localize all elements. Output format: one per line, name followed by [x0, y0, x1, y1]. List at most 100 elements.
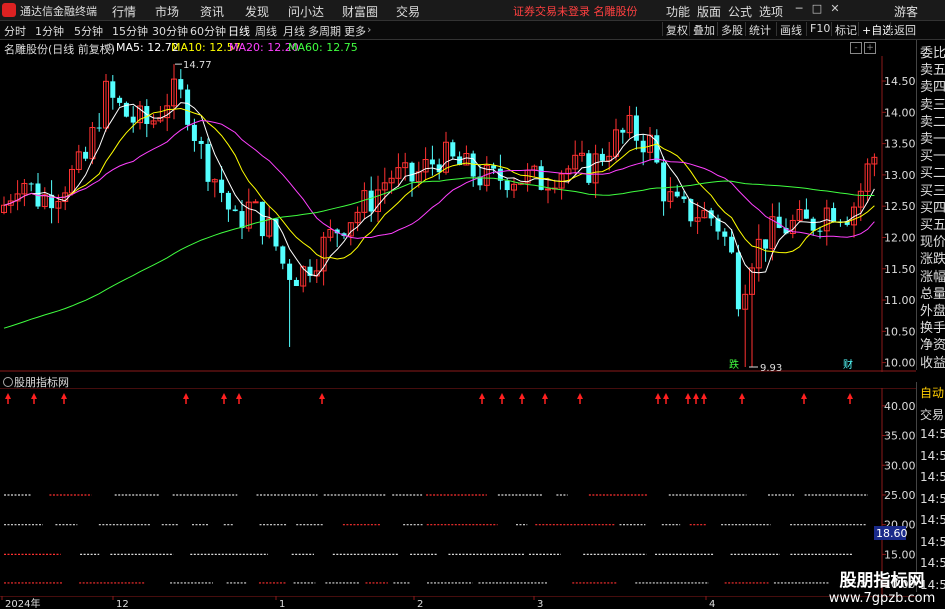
- price-tick-label: 11.50: [884, 263, 916, 276]
- tab-multi-period[interactable]: 多周期: [308, 23, 341, 39]
- buy-arrow-icon: [655, 393, 661, 404]
- candle-body: [130, 116, 136, 123]
- buy-arrow-icon: [5, 393, 11, 404]
- price-tick-label: 10.50: [884, 325, 916, 338]
- minimize-icon[interactable]: ─: [792, 3, 806, 15]
- mark-button[interactable]: 标记: [831, 22, 857, 37]
- menu-layout[interactable]: 版面: [697, 3, 721, 20]
- add-watchlist-button[interactable]: +自选: [858, 22, 893, 37]
- buy-arrow-icon: [577, 393, 583, 404]
- candle-body: [198, 140, 204, 144]
- arrow-head: [577, 393, 583, 399]
- marker-fall: 跌: [729, 358, 739, 371]
- buy-arrow-icon: [663, 393, 669, 404]
- stock-title: 名雕股份(日线 前复权): [4, 43, 116, 56]
- x-tick-label: 2024年: [5, 597, 40, 609]
- overlay-button[interactable]: 叠加: [689, 22, 715, 37]
- candle-body: [252, 201, 259, 204]
- high-price-annotation: 14.77: [183, 60, 212, 71]
- candle-body: [810, 218, 816, 231]
- more-chevron-icon[interactable]: ›: [367, 23, 371, 36]
- buy-arrow-icon: [479, 393, 485, 404]
- current-value-label: 18.60: [876, 527, 908, 540]
- ma-info-bar: 名雕股份(日线 前复权) ⚙ MA5: 12.72 MA10: 12.57 MA…: [0, 40, 880, 56]
- quote-label: 买三: [920, 183, 945, 199]
- watermark-title: 股朋指标网: [839, 571, 925, 591]
- indicator-tick-label: 30.00: [884, 459, 916, 472]
- price-tick-label: 14.00: [884, 106, 916, 119]
- zoom-in-icon[interactable]: +: [864, 42, 876, 54]
- tab-15min[interactable]: 15分钟: [112, 23, 148, 39]
- arrow-head: [221, 393, 227, 399]
- adjust-button[interactable]: 复权: [662, 22, 688, 37]
- buy-arrow-icon: [693, 393, 699, 404]
- candle-body: [368, 190, 374, 212]
- zoom-out-icon[interactable]: -: [850, 42, 862, 54]
- buy-arrow-icon: [801, 393, 807, 404]
- stats-button[interactable]: 统计: [745, 22, 771, 37]
- buy-arrow-icon: [31, 393, 37, 404]
- candle-body: [722, 231, 728, 237]
- indicator-chart[interactable]: 40.0035.0030.0025.0020.0015.0010.0018.60: [0, 388, 916, 596]
- tab-60min[interactable]: 60分钟: [190, 23, 226, 39]
- tab-daily[interactable]: 日线: [228, 23, 250, 39]
- menu-trade[interactable]: 交易: [396, 3, 420, 20]
- tab-weekly[interactable]: 周线: [255, 23, 277, 39]
- tab-1min[interactable]: 1分钟: [35, 23, 64, 39]
- tab-5min[interactable]: 5分钟: [74, 23, 103, 39]
- quote-label: 涨幅: [920, 269, 945, 285]
- price-tick-label: 14.50: [884, 75, 916, 88]
- candle-body: [273, 218, 279, 247]
- maximize-icon[interactable]: □: [810, 3, 824, 15]
- menu-ask[interactable]: 问小达: [288, 3, 324, 20]
- candle-body: [803, 209, 809, 219]
- arrow-head: [663, 393, 669, 399]
- tab-30min[interactable]: 30分钟: [152, 23, 188, 39]
- candle-body: [674, 191, 680, 197]
- candle-body: [259, 201, 265, 237]
- candle-body: [599, 153, 605, 161]
- menu-news[interactable]: 资讯: [200, 3, 224, 20]
- candle-body: [729, 236, 735, 253]
- candle-body: [117, 97, 123, 103]
- f10-button[interactable]: F10: [806, 22, 830, 36]
- draw-line-button[interactable]: 画线: [776, 22, 802, 37]
- trade-label: 14:56: [920, 470, 945, 484]
- period-tab-bar: 分时 1分钟 5分钟 15分钟 30分钟 60分钟 日线 周线 月线 多周期 更…: [0, 21, 945, 40]
- arrow-head: [479, 393, 485, 399]
- tab-timeline[interactable]: 分时: [4, 23, 26, 39]
- ma60-label: MA60: 12.75: [288, 41, 358, 54]
- menu-quotes[interactable]: 行情: [112, 3, 136, 20]
- price-tick-label: 13.00: [884, 169, 916, 182]
- tab-monthly[interactable]: 月线: [283, 23, 305, 39]
- trade-label: 14:56: [920, 534, 945, 549]
- low-price-annotation: 9.93: [760, 363, 782, 372]
- menu-guest[interactable]: 游客: [894, 3, 918, 20]
- login-warning[interactable]: 证券交易未登录 名雕股份: [513, 3, 638, 19]
- watermark-url: www.7gpzb.com: [828, 591, 936, 606]
- candle-body: [450, 142, 456, 157]
- tab-more[interactable]: 更多: [344, 23, 366, 39]
- close-icon[interactable]: ✕: [828, 3, 842, 15]
- menu-wealth[interactable]: 财富圈: [342, 3, 378, 20]
- menu-discover[interactable]: 发现: [245, 3, 269, 20]
- candle-body: [225, 192, 231, 210]
- x-tick-label: 3: [537, 599, 543, 609]
- candle-body: [409, 162, 415, 182]
- back-button[interactable]: 返回: [890, 22, 916, 37]
- candle-body: [661, 162, 667, 202]
- quote-label: 总量: [920, 286, 945, 302]
- menu-options[interactable]: 选项: [759, 3, 783, 20]
- candle-body: [763, 239, 769, 249]
- candle-body: [831, 208, 837, 222]
- menu-function[interactable]: 功能: [666, 3, 690, 20]
- candlestick-chart[interactable]: 14.50 14.00 13.50 13.00 12.50 12.00 11.50 11.00…: [0, 56, 916, 372]
- settings-gear-icon[interactable]: ⚙: [105, 41, 115, 54]
- watermark: 股朋指标网 www.7gpzb.com: [826, 566, 938, 606]
- multi-stock-button[interactable]: 多股: [717, 22, 743, 37]
- indicator-settings-icon[interactable]: [3, 377, 13, 387]
- candle-body: [178, 79, 184, 90]
- indicator-tick-label: 25.00: [884, 489, 916, 502]
- menu-market[interactable]: 市场: [155, 3, 179, 20]
- menu-formula[interactable]: 公式: [728, 3, 752, 20]
